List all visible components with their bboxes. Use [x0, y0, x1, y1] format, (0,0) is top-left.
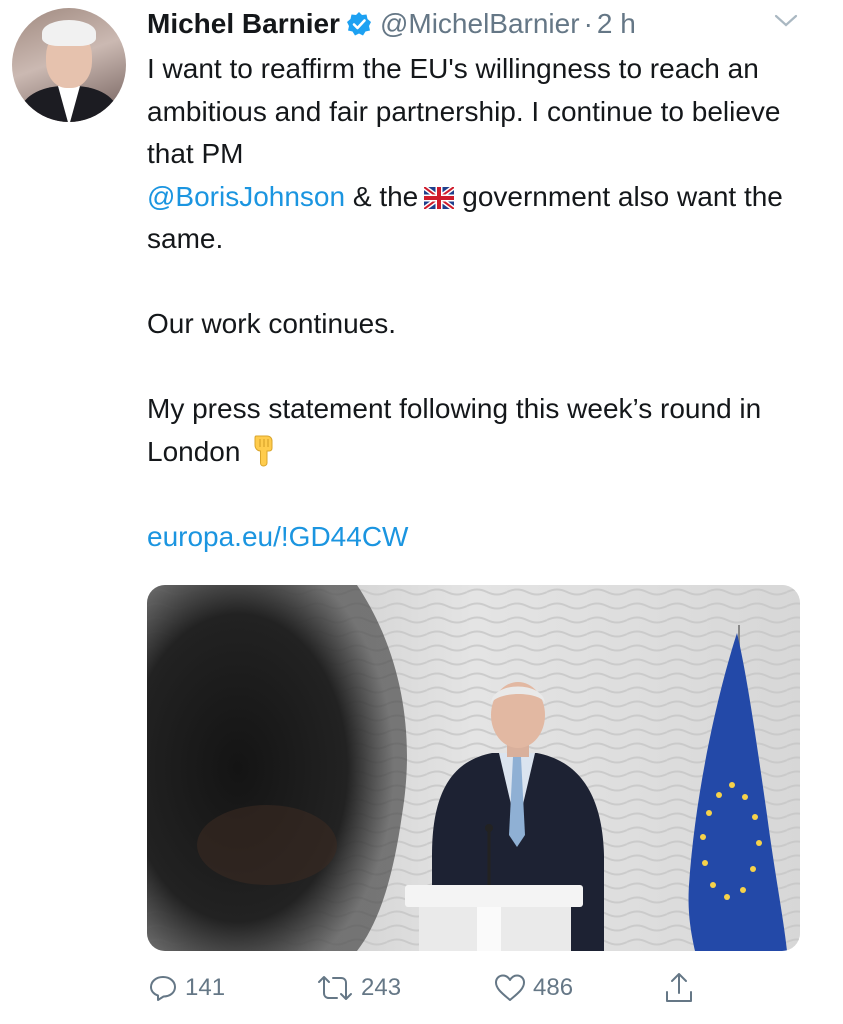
verified-badge-icon: [346, 11, 372, 37]
pointing-down-emoji: [250, 433, 278, 467]
avatar-hair: [42, 20, 96, 46]
press-statement-text: My press statement following this week’s…: [147, 393, 762, 467]
author-name[interactable]: Michel Barnier: [147, 8, 340, 40]
article-link[interactable]: europa.eu/!GD44CW: [147, 521, 408, 552]
tweet-timestamp[interactable]: 2 h: [597, 8, 636, 40]
separator-dot: ·: [583, 8, 593, 39]
reply-button[interactable]: 141: [147, 966, 225, 1010]
tweet-text: I want to reaffirm the EU's willingness …: [147, 48, 812, 558]
tweet-actions: 141 243 486: [147, 966, 707, 1010]
retweet-icon: [318, 976, 352, 1000]
mention-link[interactable]: @BorisJohnson: [147, 181, 345, 212]
tweet-header: Michel Barnier @MichelBarnier · 2 h: [147, 4, 803, 44]
reply-icon: [150, 976, 176, 1001]
share-button[interactable]: [663, 966, 701, 1010]
uk-flag-icon: [422, 179, 456, 211]
tweet-paragraph-3: My press statement following this week’s…: [147, 388, 812, 473]
reply-count: 141: [185, 974, 226, 1001]
author-handle[interactable]: @MichelBarnier: [380, 8, 580, 40]
tweet-photo[interactable]: [147, 585, 800, 951]
tweet-line-1: I want to reaffirm the EU's willingness …: [147, 53, 781, 169]
author-avatar[interactable]: [12, 8, 126, 122]
share-icon: [666, 973, 692, 1002]
tweet-paragraph-1: I want to reaffirm the EU's willingness …: [147, 48, 812, 261]
chevron-down-icon[interactable]: [773, 10, 799, 32]
retweet-count: 243: [361, 974, 402, 1001]
tweet-text-and: & the: [352, 180, 419, 212]
like-icon: [495, 974, 525, 1001]
like-count: 486: [533, 974, 574, 1001]
like-button[interactable]: 486: [493, 966, 573, 1010]
tweet-paragraph-2: Our work continues.: [147, 308, 396, 339]
retweet-button[interactable]: 243: [315, 966, 401, 1010]
